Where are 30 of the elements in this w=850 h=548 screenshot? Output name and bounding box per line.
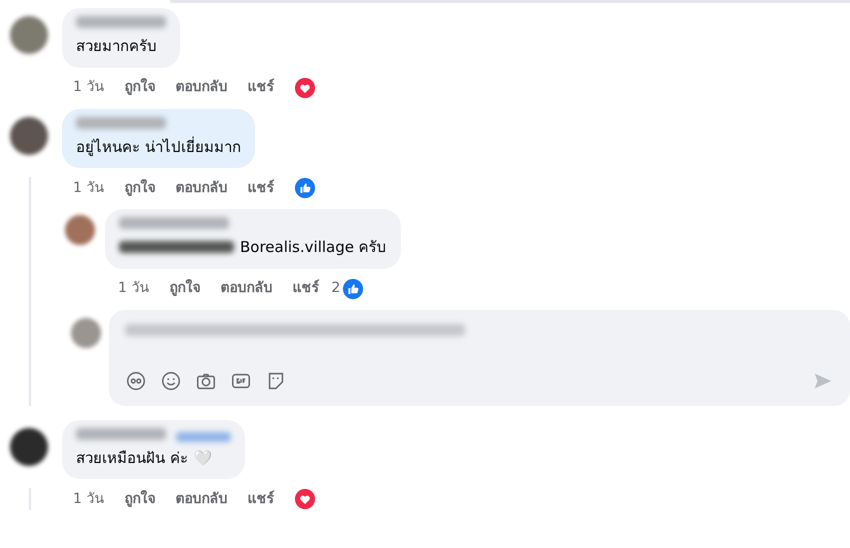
comment-text: สวยมากครับ	[76, 36, 157, 57]
like-link[interactable]: ถูกใจ	[169, 278, 200, 299]
like-link[interactable]: ถูกใจ	[124, 178, 156, 198]
timestamp: 1 วัน	[118, 279, 150, 298]
avatar-placeholder	[10, 16, 48, 54]
share-link[interactable]: แชร์	[247, 488, 274, 510]
share-link[interactable]: แชร์	[247, 178, 274, 198]
reply-link[interactable]: ตอบกลับ	[220, 278, 272, 299]
share-link[interactable]: แชร์	[247, 77, 274, 98]
reply-link[interactable]: ตอบกลับ	[175, 178, 228, 198]
reply-link[interactable]: ตอบกลับ	[175, 77, 228, 98]
like-link[interactable]: ถูกใจ	[124, 77, 156, 98]
avatar-face-icon[interactable]	[125, 370, 147, 392]
comment-text: อยู่ไหนคะ น่าไปเยี่ยมมาก	[76, 136, 241, 158]
heart-emoji: 🤍	[194, 448, 212, 468]
smiley-icon[interactable]	[160, 370, 182, 392]
avatar-placeholder	[10, 116, 48, 154]
timestamp: 1 วัน	[73, 490, 104, 508]
reply-link[interactable]: ตอบกลับ	[175, 488, 228, 510]
timestamp: 1 วัน	[73, 178, 104, 198]
comment-text: สวยเหมือนฝัน ค่ะ	[76, 448, 188, 468]
avatar-placeholder	[71, 318, 101, 348]
comment-input-field[interactable]	[109, 310, 850, 406]
like-link[interactable]: ถูกใจ	[124, 488, 156, 510]
comment-text: Borealis.village ครับ	[240, 237, 387, 258]
avatar-placeholder	[10, 428, 48, 466]
reaction-count: 2	[331, 279, 340, 298]
timestamp: 1 วัน	[73, 78, 104, 97]
avatar-placeholder	[65, 215, 95, 245]
share-link[interactable]: แชร์	[292, 278, 320, 299]
